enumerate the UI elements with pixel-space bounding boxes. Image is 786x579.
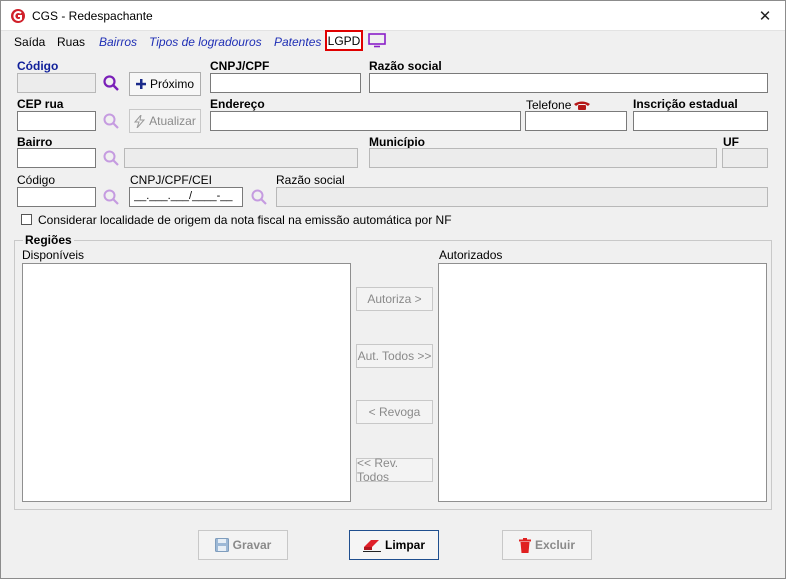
limpar-label: Limpar	[384, 538, 425, 552]
close-icon: ✕	[758, 8, 772, 25]
endereco-input[interactable]	[210, 111, 521, 131]
autoriza-button[interactable]: Autoriza >	[356, 287, 433, 311]
inscricao-estadual-label: Inscrição estadual	[633, 97, 738, 111]
floppy-icon	[214, 538, 229, 552]
bairro-code-input[interactable]	[17, 148, 96, 168]
codigo-input[interactable]	[17, 73, 96, 93]
razao-social-label: Razão social	[369, 59, 442, 73]
limpar-button[interactable]: Limpar	[349, 530, 439, 560]
cep-rua-input[interactable]	[17, 111, 96, 131]
razao-social-redespacho-input	[276, 187, 768, 207]
close-button[interactable]: ✕	[745, 1, 785, 31]
razao-social-redespacho-label: Razão social	[276, 173, 345, 187]
municipio-input	[369, 148, 717, 168]
telefone-label: Telefone	[526, 98, 591, 112]
window-title: CGS - Redespachante	[32, 9, 153, 23]
eraser-icon	[362, 540, 381, 552]
cnpj-cpf-input[interactable]	[210, 73, 361, 93]
trash-icon	[518, 537, 531, 553]
revoga-button[interactable]: < Revoga	[356, 400, 433, 424]
cnpj-cpf-cei-input[interactable]	[129, 187, 243, 207]
proximo-button[interactable]: Próximo	[129, 72, 201, 96]
rev-todos-button[interactable]: << Rev. Todos	[356, 456, 433, 484]
autoriza-label: Autoriza >	[367, 292, 422, 306]
monitor-icon[interactable]	[368, 33, 386, 48]
phone-icon	[574, 101, 591, 110]
bairro-label: Bairro	[17, 135, 53, 149]
gravar-label: Gravar	[232, 538, 272, 552]
atualizar-button[interactable]: Atualizar	[129, 109, 201, 133]
aut-todos-label: Aut. Todos >>	[357, 349, 432, 363]
search-icon[interactable]	[102, 112, 120, 130]
menu-lgpd[interactable]: LGPD	[325, 30, 363, 51]
telefone-label-text: Telefone	[526, 98, 572, 112]
search-icon[interactable]	[102, 188, 120, 206]
search-icon[interactable]	[102, 74, 120, 92]
menu-tipos-logradouros[interactable]: Tipos de logradouros	[149, 35, 262, 49]
title-bar: CGS - Redespachante ✕	[1, 1, 785, 31]
autorizados-label: Autorizados	[439, 248, 503, 262]
search-icon[interactable]	[102, 149, 120, 167]
cnpj-cpf-cei-label: CNPJ/CPF/CEI	[130, 173, 213, 187]
disponiveis-list[interactable]	[22, 263, 351, 502]
uf-label: UF	[723, 135, 739, 149]
menu-saida[interactable]: Saída	[14, 35, 45, 49]
considerar-label: Considerar localidade de origem da nota …	[38, 213, 452, 227]
codigo-redespacho-input[interactable]	[17, 187, 96, 207]
considerar-checkbox[interactable]	[21, 214, 32, 225]
excluir-button[interactable]: Excluir	[502, 530, 592, 560]
excluir-label: Excluir	[534, 538, 576, 552]
app-logo-icon	[11, 9, 25, 23]
revoga-label: < Revoga	[368, 405, 421, 419]
aut-todos-button[interactable]: Aut. Todos >>	[356, 344, 433, 368]
menu-bar: Saída Ruas Bairros Tipos de logradouros …	[1, 32, 785, 54]
proximo-label: Próximo	[149, 77, 194, 91]
main-window: CGS - Redespachante ✕ Saída Ruas Bairros…	[0, 0, 786, 579]
rev-todos-label: << Rev. Todos	[357, 456, 399, 484]
razao-social-input[interactable]	[369, 73, 768, 93]
cnpj-cpf-label: CNPJ/CPF	[210, 59, 270, 73]
bairro-name-input	[124, 148, 358, 168]
lightning-icon	[134, 114, 146, 128]
atualizar-label: Atualizar	[149, 114, 196, 128]
menu-patentes[interactable]: Patentes	[274, 35, 321, 49]
plus-icon	[135, 79, 146, 89]
regioes-title: Regiões	[23, 233, 74, 247]
endereco-label: Endereço	[210, 97, 265, 111]
telefone-input[interactable]	[525, 111, 627, 131]
menu-lgpd-label: LGPD	[327, 33, 361, 48]
codigo-label: Código	[17, 59, 59, 73]
gravar-button[interactable]: Gravar	[198, 530, 288, 560]
menu-bairros[interactable]: Bairros	[99, 35, 137, 49]
menu-ruas[interactable]: Ruas	[57, 35, 85, 49]
inscricao-estadual-input[interactable]	[633, 111, 768, 131]
codigo-redespacho-label: Código	[17, 173, 56, 187]
cep-rua-label: CEP rua	[17, 97, 64, 111]
uf-input	[722, 148, 768, 168]
autorizados-list[interactable]	[438, 263, 767, 502]
municipio-label: Município	[369, 135, 425, 149]
disponiveis-label: Disponíveis	[22, 248, 85, 262]
search-icon[interactable]	[250, 188, 268, 206]
